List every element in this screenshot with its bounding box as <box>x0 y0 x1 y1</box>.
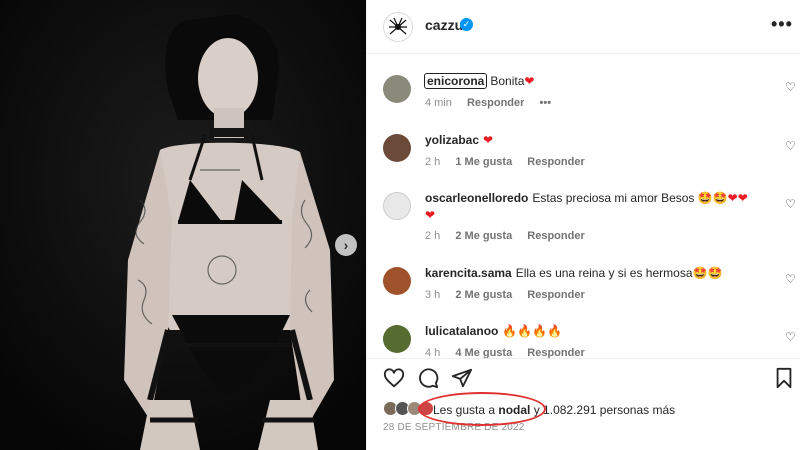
like-comment-heart-icon[interactable]: ♡ <box>785 140 797 152</box>
commenter-avatar[interactable] <box>383 267 411 295</box>
comment-meta: 4 h 4 Me gusta Responder <box>425 347 597 358</box>
reply-button[interactable]: Responder <box>467 97 524 109</box>
like-heart-icon[interactable] <box>383 367 405 389</box>
comment-text: enicorona Bonita❤ <box>423 73 535 89</box>
likes-text[interactable]: Les gusta a nodal y 1.082.291 personas m… <box>433 403 675 417</box>
comment-meta: 2 h 1 Me gusta Responder <box>425 156 597 168</box>
comment-username[interactable]: yolizabac <box>425 133 479 147</box>
share-send-icon[interactable] <box>451 367 473 389</box>
comment-time: 3 h <box>425 289 441 301</box>
comment-username[interactable]: enicorona <box>423 73 488 89</box>
comment-time: 4 min <box>425 97 452 109</box>
comment-username[interactable]: karencita.sama <box>425 266 512 280</box>
photo-illustration <box>0 0 366 450</box>
author-avatar[interactable] <box>383 12 413 42</box>
like-comment-heart-icon[interactable]: ♡ <box>785 198 797 210</box>
comment-time: 2 h <box>425 156 441 168</box>
reply-button[interactable]: Responder <box>527 230 584 242</box>
comment-likes[interactable]: 1 Me gusta <box>455 156 512 168</box>
spider-logo-icon <box>389 17 407 35</box>
post-date: 28 DE SEPTIEMBRE DE 2022 <box>383 422 525 433</box>
like-comment-heart-icon[interactable]: ♡ <box>785 81 797 93</box>
commenter-avatar[interactable] <box>383 134 411 162</box>
comment-bubble-icon[interactable] <box>417 367 439 389</box>
comment-text: oscarleonelloredo Estas preciosa mi amor … <box>425 191 748 222</box>
reply-button[interactable]: Responder <box>527 347 584 358</box>
comment-meta: 4 min Responder ••• <box>425 97 563 109</box>
comment-likes[interactable]: 2 Me gusta <box>455 289 512 301</box>
post-header: cazzu ✓ ••• <box>367 0 800 54</box>
commenter-avatar[interactable] <box>383 325 411 353</box>
verified-badge-icon: ✓ <box>460 18 473 31</box>
comment-text: lulicatalanoo 🔥🔥🔥🔥 <box>425 324 563 338</box>
post-side-panel: cazzu ✓ ••• enicorona Bonita❤ 4 min Respo… <box>366 0 800 450</box>
comment-text: karencita.sama Ella es una reina y si es … <box>425 266 723 280</box>
like-comment-heart-icon[interactable]: ♡ <box>785 273 797 285</box>
commenter-avatar[interactable] <box>383 75 411 103</box>
comment-time: 2 h <box>425 230 441 242</box>
comment-text: yolizabac ❤ <box>425 133 494 147</box>
reply-button[interactable]: Responder <box>527 156 584 168</box>
comment-options-icon[interactable]: ••• <box>540 97 552 109</box>
instagram-post-view: › cazzu ✓ ••• enicorona Bonita❤ 4 min Re… <box>0 0 800 450</box>
comment-meta: 3 h 2 Me gusta Responder <box>425 289 597 301</box>
comment-time: 4 h <box>425 347 441 358</box>
comment-likes[interactable]: 2 Me gusta <box>455 230 512 242</box>
save-bookmark-icon[interactable] <box>773 367 795 389</box>
comment-username[interactable]: lulicatalanoo <box>425 324 498 338</box>
like-comment-heart-icon[interactable]: ♡ <box>785 331 797 343</box>
comment-meta: 2 h 2 Me gusta Responder <box>425 230 597 242</box>
post-actions-bar <box>367 358 800 398</box>
comment-username[interactable]: oscarleonelloredo <box>425 191 528 205</box>
next-photo-button[interactable]: › <box>335 234 357 256</box>
reply-button[interactable]: Responder <box>527 289 584 301</box>
comments-list[interactable]: enicorona Bonita❤ 4 min Responder ••• ♡ y… <box>367 55 800 358</box>
more-options-icon[interactable]: ••• <box>771 14 793 35</box>
post-photo[interactable]: › <box>0 0 366 450</box>
commenter-avatar[interactable] <box>383 192 411 220</box>
liker-avatar <box>419 401 434 416</box>
author-username[interactable]: cazzu <box>425 17 463 33</box>
comment-likes[interactable]: 4 Me gusta <box>455 347 512 358</box>
